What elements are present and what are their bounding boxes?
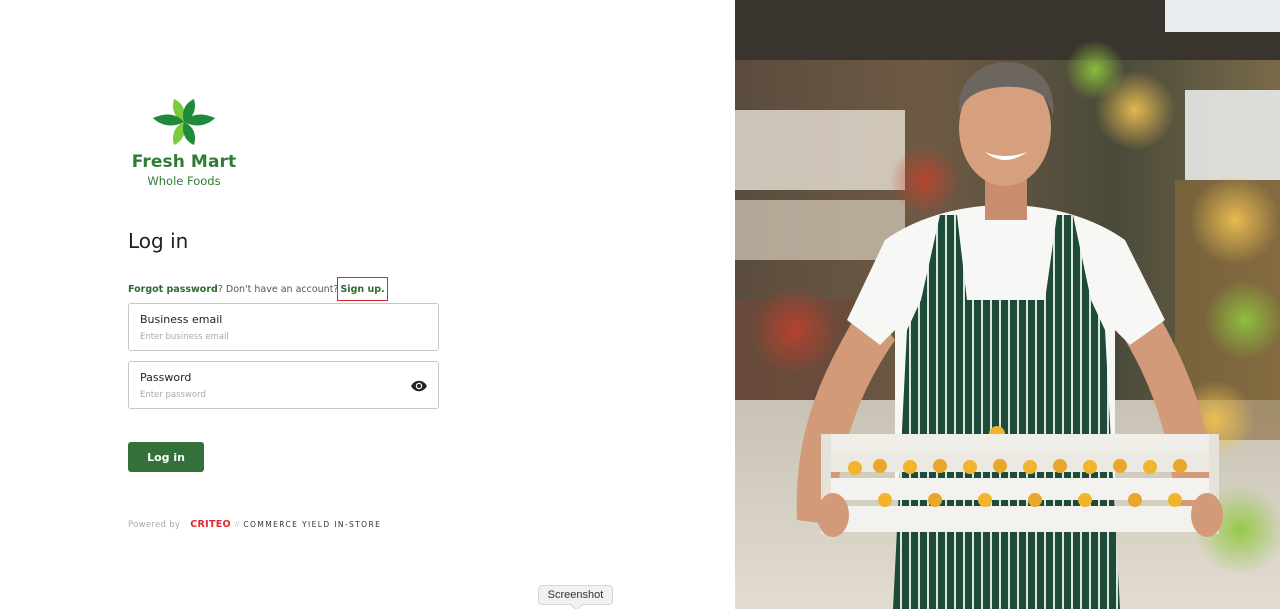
footer-separator: // xyxy=(234,520,240,529)
brand-name: Fresh Mart xyxy=(131,152,237,172)
page-title: Log in xyxy=(128,229,189,253)
email-label: Business email xyxy=(140,313,223,326)
leaf-flower-icon xyxy=(153,99,215,145)
criteo-logo: CRITEO xyxy=(190,519,231,530)
sign-up-highlight: Sign up. xyxy=(337,277,388,301)
login-panel: Fresh Mart Whole Foods Log in Forgot pas… xyxy=(0,0,735,609)
grocer-hero-image xyxy=(735,0,1280,609)
password-label: Password xyxy=(140,371,192,384)
screenshot-tooltip: Screenshot xyxy=(538,585,613,605)
brand-tagline: Whole Foods xyxy=(147,174,221,188)
no-account-text: Don't have an account? xyxy=(222,284,339,295)
powered-by-footer: Powered by CRITEO // COMMERCE YIELD IN-S… xyxy=(128,519,381,530)
forgot-password-link[interactable]: Forgot password xyxy=(128,284,218,295)
eye-icon[interactable] xyxy=(410,377,428,395)
email-input[interactable] xyxy=(140,332,400,342)
account-links: Forgot password? Don't have an account? S… xyxy=(128,277,388,301)
brand-logo: Fresh Mart Whole Foods xyxy=(128,96,240,188)
password-input[interactable] xyxy=(140,390,400,400)
product-name: COMMERCE YIELD IN-STORE xyxy=(243,520,382,529)
email-field[interactable]: Business email xyxy=(128,303,439,351)
powered-by-text: Powered by xyxy=(128,519,181,530)
sign-up-link[interactable]: Sign up. xyxy=(340,284,384,295)
login-button[interactable]: Log in xyxy=(128,442,204,472)
password-field[interactable]: Password xyxy=(128,361,439,409)
